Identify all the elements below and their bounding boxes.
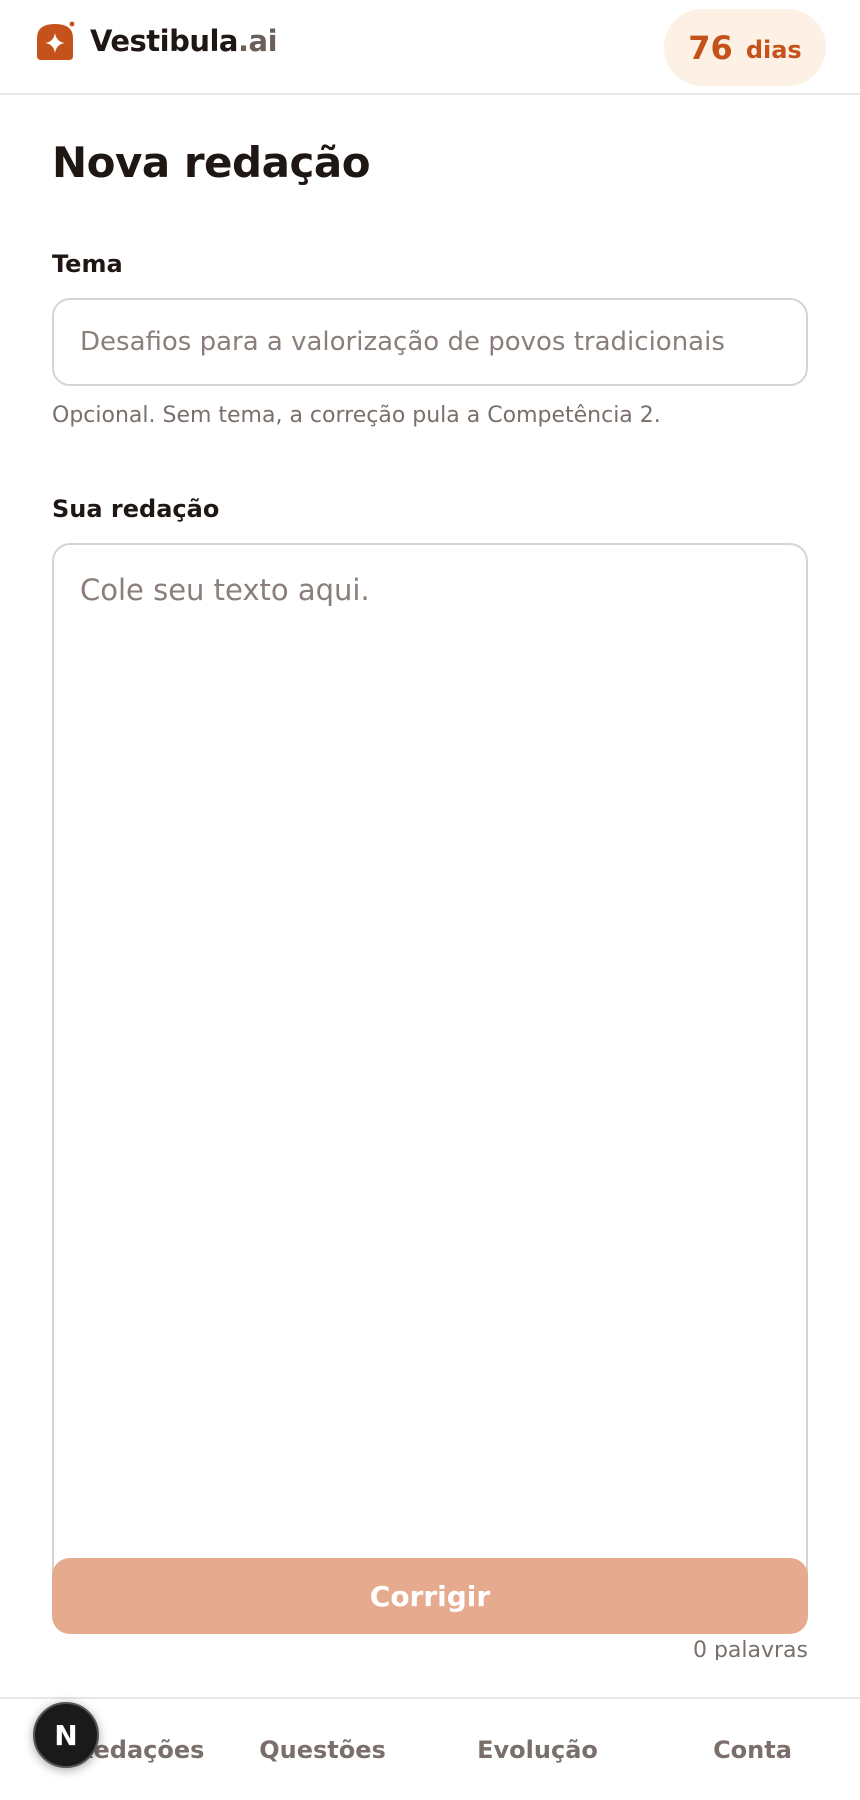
brand-name-tld: .ai [238, 24, 278, 58]
dev-tools-letter: N [54, 1718, 78, 1752]
brand-name-main: Vestibula [90, 24, 239, 58]
days-remaining-count: 76 [688, 28, 733, 67]
redacao-label: Sua redação [52, 495, 220, 523]
tema-label: Tema [52, 250, 123, 278]
days-remaining-badge[interactable]: 76 dias [664, 9, 826, 86]
nav-item-evolucao[interactable]: Evolução [430, 1699, 645, 1800]
tema-input[interactable] [52, 298, 808, 386]
brand-name: Vestibula.ai [90, 24, 278, 58]
bottom-nav: Redações Questões Evolução Conta [0, 1697, 860, 1800]
corrigir-button[interactable]: Corrigir [52, 1558, 808, 1634]
word-count: 0 palavras [692, 1638, 808, 1660]
vestibula-logo-icon [37, 21, 75, 60]
nav-item-questoes[interactable]: Questões [215, 1699, 430, 1800]
days-remaining-unit: dias [745, 35, 802, 64]
page-title: Nova redação [52, 138, 371, 187]
nav-item-label: Questões [259, 1735, 386, 1764]
tema-hint: Opcional. Sem tema, a correção pula a Co… [52, 403, 661, 428]
nav-item-redacoes[interactable]: Redações [0, 1699, 215, 1800]
app-header: Vestibula.ai 76 dias [0, 0, 860, 95]
nav-item-label: Conta [713, 1735, 792, 1764]
nav-item-conta[interactable]: Conta [645, 1699, 860, 1800]
nav-item-label: Evolução [477, 1735, 598, 1764]
redacao-textarea[interactable] [52, 543, 808, 1583]
dev-tools-badge[interactable]: N [33, 1702, 99, 1768]
brand[interactable]: Vestibula.ai [34, 20, 278, 62]
